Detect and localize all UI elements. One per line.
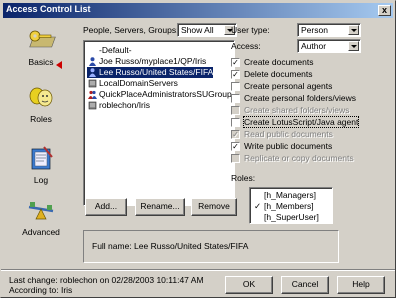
full-name-text: Full name: Lee Russo/United States/FIFA <box>92 241 249 251</box>
footer-separator <box>1 269 395 271</box>
acl-dialog: Access Control List x Basics Roles Log A… <box>0 0 396 298</box>
privilege-label: Read public documents <box>244 129 333 139</box>
user-type-label: User type: <box>231 25 270 35</box>
list-item-label: Lee Russo/United States/FIFA <box>99 67 214 77</box>
privilege-create-personal-folders[interactable]: Create personal folders/views <box>231 93 356 104</box>
sidebar-item-advanced[interactable]: Advanced <box>5 197 77 237</box>
user-type-select[interactable]: Person <box>297 23 361 37</box>
list-item-label: QuickPlaceAdministratorsSUGroup <box>99 89 232 99</box>
sidebar-item-label: Basics <box>28 57 54 67</box>
access-select[interactable]: Author <box>297 39 361 53</box>
checkbox[interactable]: ✓ <box>231 70 240 79</box>
remove-button[interactable]: Remove <box>191 198 237 216</box>
list-item[interactable]: LocalDomainServers <box>87 78 178 89</box>
masks-icon <box>29 87 53 107</box>
filter-select[interactable]: Show All <box>177 23 237 37</box>
privilege-label: Create personal folders/views <box>244 93 356 103</box>
privilege-create-lotusscript-agent[interactable]: Create LotusScript/Java agent <box>231 116 360 128</box>
last-change-text: Last change: roblechon on 02/28/2003 10:… <box>9 275 204 285</box>
role-item[interactable]: [h_SuperUser] <box>264 212 319 223</box>
sidebar-item-log[interactable]: Log <box>5 145 77 185</box>
sidebar-item-label: Roles <box>30 114 52 124</box>
list-item-label: Joe Russo/myplace1/QP/Iris <box>99 56 207 66</box>
server-icon <box>88 101 97 110</box>
chevron-down-icon[interactable] <box>348 41 359 51</box>
checkmark-icon: ✓ <box>254 201 262 211</box>
cancel-button[interactable]: Cancel <box>281 276 329 294</box>
ok-button[interactable]: OK <box>225 276 273 294</box>
list-item-selected[interactable]: Lee Russo/United States/FIFA <box>87 67 214 78</box>
checkbox[interactable]: ✓ <box>231 142 240 151</box>
sidebar-item-basics[interactable]: Basics <box>5 27 77 67</box>
privilege-label: Create shared folders/views <box>244 105 350 115</box>
key-icon <box>29 30 56 48</box>
person-icon <box>89 57 96 66</box>
roles-list[interactable]: [h_Managers] ✓ [h_Members] [h_SuperUser] <box>249 187 333 224</box>
list-item[interactable]: Joe Russo/myplace1/QP/Iris <box>87 56 206 67</box>
according-to-text: According to: Iris <box>9 285 73 295</box>
privilege-read-public-documents: ✓ Read public documents <box>231 129 333 140</box>
privilege-create-shared-folders: Create shared folders/views <box>231 105 349 116</box>
roles-label: Roles: <box>231 173 256 183</box>
access-value: Author <box>301 41 327 51</box>
help-button[interactable]: Help <box>337 276 385 294</box>
log-book-icon <box>31 146 53 170</box>
privilege-replicate-documents: Replicate or copy documents <box>231 153 354 164</box>
title-bar: Access Control List x <box>3 3 393 18</box>
privilege-label: Create LotusScript/Java agent <box>242 116 360 128</box>
privilege-label: Delete documents <box>244 69 313 79</box>
filter-select-value: Show All <box>181 25 214 35</box>
privilege-delete-documents[interactable]: ✓ Delete documents <box>231 69 313 80</box>
window-title: Access Control List <box>6 4 91 14</box>
server-icon <box>88 79 97 88</box>
checkbox <box>231 106 240 115</box>
list-item[interactable]: QuickPlaceAdministratorsSUGroup <box>87 89 232 100</box>
sidebar-item-roles[interactable]: Roles <box>5 84 77 124</box>
user-type-value: Person <box>301 25 328 35</box>
filter-label: People, Servers, Groups: <box>83 25 179 35</box>
entries-list[interactable]: -Default- Joe Russo/myplace1/QP/Iris Lee… <box>83 40 235 206</box>
checkbox <box>231 154 240 163</box>
access-label: Access: <box>231 41 261 51</box>
privilege-label: Replicate or copy documents <box>244 153 354 163</box>
privilege-label: Create documents <box>244 57 314 67</box>
list-item[interactable]: -Default- <box>87 45 132 56</box>
list-item-label: LocalDomainServers <box>99 78 178 88</box>
main-panel: People, Servers, Groups: Show All -Defau… <box>79 21 393 269</box>
privilege-create-personal-agents[interactable]: Create personal agents <box>231 81 332 92</box>
person-icon <box>89 68 96 77</box>
privilege-write-public-documents[interactable]: ✓ Write public documents <box>231 141 332 152</box>
list-item-label: roblechon/Iris <box>99 100 151 110</box>
sidebar-item-label: Advanced <box>22 227 60 237</box>
close-button[interactable]: x <box>378 5 391 16</box>
list-item[interactable]: roblechon/Iris <box>87 100 150 111</box>
checkbox[interactable]: ✓ <box>231 58 240 67</box>
privilege-create-documents[interactable]: ✓ Create documents <box>231 57 313 68</box>
group-icon <box>88 90 97 99</box>
checkbox[interactable] <box>231 82 240 91</box>
checkbox[interactable] <box>231 94 240 103</box>
selection-arrow-icon <box>56 61 62 69</box>
privilege-label: Create personal agents <box>244 81 333 91</box>
role-item[interactable]: [h_Managers] <box>264 190 316 201</box>
chevron-down-icon[interactable] <box>348 25 359 35</box>
checkbox[interactable] <box>231 118 240 127</box>
add-button[interactable]: Add... <box>85 198 127 216</box>
full-name-box: Full name: Lee Russo/United States/FIFA <box>83 230 339 263</box>
sidebar: Basics Roles Log Advanced <box>5 21 77 267</box>
seesaw-icon <box>28 202 54 220</box>
rename-button[interactable]: Rename... <box>135 198 185 216</box>
list-item-label: -Default- <box>99 45 132 55</box>
privilege-label: Write public documents <box>244 141 333 151</box>
sidebar-item-label: Log <box>33 175 49 185</box>
checkbox: ✓ <box>231 130 240 139</box>
role-item[interactable]: [h_Members] <box>264 201 314 212</box>
